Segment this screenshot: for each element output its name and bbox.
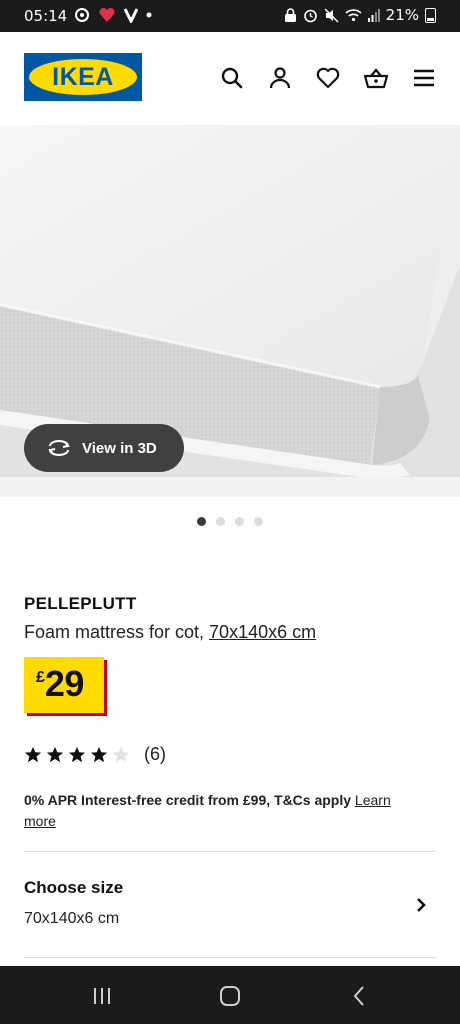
- home-icon[interactable]: [216, 982, 244, 1010]
- battery-percent: 21%: [385, 6, 419, 24]
- product-name: PELLEPLUTT: [24, 594, 137, 613]
- star-filled-icon: [90, 746, 108, 762]
- system-nav-bar: [0, 966, 460, 1024]
- v-app-icon: [124, 8, 138, 23]
- divider: [24, 957, 436, 958]
- star-filled-icon: [46, 746, 64, 762]
- logo-text: IKEA: [52, 62, 114, 91]
- product-description-text: Foam mattress for cot,: [24, 622, 210, 642]
- status-left-icons: [74, 6, 152, 24]
- carousel-dot-3[interactable]: [235, 517, 244, 526]
- price-tag: £ 29: [24, 657, 104, 713]
- status-time: 05:14: [24, 7, 68, 25]
- mute-icon: [324, 8, 339, 22]
- header: IKEA: [0, 32, 460, 125]
- product-image[interactable]: View in 3D: [0, 125, 460, 497]
- ikea-logo[interactable]: IKEA: [24, 53, 142, 101]
- menu-icon[interactable]: [411, 65, 437, 91]
- notification-icon: [75, 8, 89, 22]
- signal-icon: [367, 8, 380, 22]
- heart-app-icon: [99, 7, 115, 22]
- account-icon[interactable]: [267, 65, 293, 91]
- product-size-link[interactable]: 70x140x6 cm: [209, 622, 316, 642]
- carousel-dot-1[interactable]: [197, 517, 206, 526]
- star-filled-icon: [24, 746, 42, 762]
- rating-count: (6): [144, 744, 166, 764]
- logo-oval: IKEA: [29, 59, 137, 95]
- rotate-3d-icon: [48, 440, 70, 456]
- alarm-icon: [303, 9, 317, 22]
- price-currency: £: [36, 669, 45, 686]
- credit-info: 0% APR Interest-free credit from £99, T&…: [24, 790, 424, 832]
- product-description: Foam mattress for cot, 70x140x6 cm: [24, 622, 316, 643]
- divider: [24, 851, 436, 852]
- carousel-dots: [197, 517, 263, 526]
- price-amount: 29: [44, 663, 85, 704]
- carousel-dot-2[interactable]: [216, 517, 225, 526]
- status-bar: 05:14 21%: [0, 0, 460, 32]
- lock-icon: [284, 7, 296, 22]
- credit-text: 0% APR Interest-free credit from £99, T&…: [24, 792, 355, 808]
- battery-icon: [425, 7, 436, 23]
- selected-size: 70x140x6 cm: [24, 910, 120, 927]
- star-filled-icon: [68, 746, 86, 762]
- chevron-right-icon: [417, 898, 426, 912]
- choose-size-label: Choose size: [24, 878, 124, 897]
- dot-icon: [146, 12, 152, 18]
- search-icon[interactable]: [219, 65, 245, 91]
- rating[interactable]: (6): [24, 744, 166, 765]
- heart-icon[interactable]: [315, 65, 341, 91]
- back-icon[interactable]: [346, 982, 374, 1010]
- view-in-3d-button[interactable]: View in 3D: [24, 424, 184, 472]
- recent-apps-icon[interactable]: [88, 982, 116, 1010]
- wifi-icon: [345, 9, 362, 22]
- view-in-3d-label: View in 3D: [82, 439, 157, 457]
- basket-icon[interactable]: [363, 65, 389, 91]
- star-empty-icon: [112, 746, 130, 762]
- carousel-dot-4[interactable]: [254, 517, 263, 526]
- status-right: 21%: [284, 6, 436, 24]
